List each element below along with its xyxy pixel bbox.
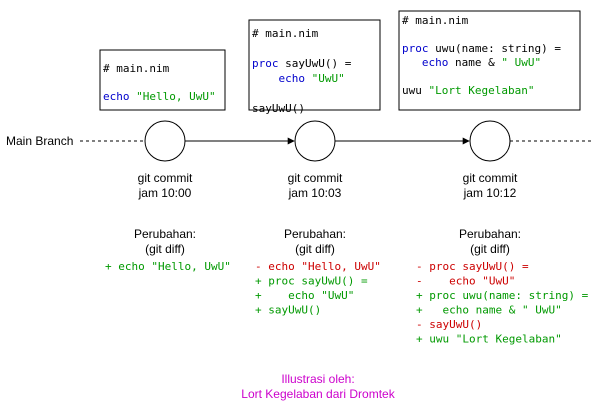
changes-sub-2: (git diff) bbox=[295, 242, 335, 256]
branch-label: Main Branch bbox=[6, 134, 73, 148]
code-line: uwu "Lort Kegelaban" bbox=[402, 84, 534, 97]
credit-line-1: Illustrasi oleh: bbox=[281, 372, 354, 386]
code-line: # main.nim bbox=[103, 62, 170, 75]
diff-line-added: + uwu "Lort Kegelaban" bbox=[416, 333, 562, 346]
code-line: echo "UwU" bbox=[252, 72, 345, 85]
diff-line-added: + echo "UwU" bbox=[255, 289, 354, 302]
commit-label-3: git commit bbox=[463, 171, 518, 185]
code-line: echo name & " UwU" bbox=[402, 56, 541, 69]
changes-title-3: Perubahan: bbox=[459, 227, 521, 241]
code-line: sayUwU() bbox=[252, 102, 305, 115]
commit-node-3 bbox=[469, 120, 511, 162]
changes-sub-1: (git diff) bbox=[145, 242, 185, 256]
code-line: # main.nim bbox=[252, 27, 319, 40]
commit-time-2: jam 10:03 bbox=[288, 186, 342, 200]
diff-line-added: + proc uwu(name: string) = bbox=[416, 289, 589, 302]
diff-line-added: + echo name & " UwU" bbox=[416, 304, 562, 317]
commit-time-3: jam 10:12 bbox=[463, 186, 517, 200]
code-line: echo "Hello, UwU" bbox=[103, 90, 216, 103]
code-line: # main.nim bbox=[402, 14, 469, 27]
diff-block-1: + echo "Hello, UwU" bbox=[105, 260, 231, 273]
diff-line-added: + sayUwU() bbox=[255, 304, 321, 317]
diff-line-added: + echo "Hello, UwU" bbox=[105, 260, 231, 273]
changes-title-1: Perubahan: bbox=[134, 227, 196, 241]
changes-title-2: Perubahan: bbox=[284, 227, 346, 241]
code-line: proc uwu(name: string) = bbox=[402, 42, 561, 55]
commit-label-2: git commit bbox=[288, 171, 343, 185]
commit-node-2 bbox=[294, 120, 336, 162]
diff-line-removed: - proc sayUwU() = bbox=[416, 260, 529, 273]
git-commit-diagram: Main Branch # main.nimecho "Hello, UwU" … bbox=[6, 10, 594, 401]
commit-node-1 bbox=[144, 120, 186, 162]
credit-line-2: Lort Kegelaban dari Dromtek bbox=[241, 387, 395, 401]
diff-line-removed: - echo "Hello, UwU" bbox=[255, 260, 381, 273]
commit-time-1: jam 10:00 bbox=[138, 186, 192, 200]
code-line: proc sayUwU() = bbox=[252, 57, 352, 70]
diff-block-2: - echo "Hello, UwU" + proc sayUwU() =+ ec… bbox=[255, 260, 381, 317]
changes-sub-3: (git diff) bbox=[470, 242, 510, 256]
diff-line-removed: - sayUwU() bbox=[416, 318, 482, 331]
diff-block-3: - proc sayUwU() = - echo "UwU"+ proc uwu(… bbox=[416, 260, 589, 346]
diff-line-added: + proc sayUwU() = bbox=[255, 275, 368, 288]
diff-line-removed: - echo "UwU" bbox=[416, 275, 515, 288]
commit-label-1: git commit bbox=[138, 171, 193, 185]
